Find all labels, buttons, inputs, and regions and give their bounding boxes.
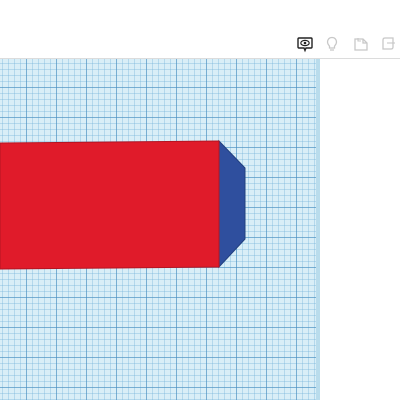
eye-bubble-icon [297,37,313,53]
shape-button[interactable] [377,33,399,55]
view-toolbar [0,30,400,59]
lightbulb-icon [326,36,338,51]
box-side-face [218,139,246,269]
red-box-shape[interactable] [0,59,316,400]
lightbulb-button[interactable] [321,33,343,55]
side-panel [320,59,400,400]
top-strip [0,0,400,31]
note-button[interactable] [350,33,372,55]
show-all-view-button[interactable] [294,33,316,55]
workplane-grid[interactable] [0,59,316,400]
box-top-face [0,140,220,270]
app-window [0,0,400,400]
note-icon [354,38,368,51]
shape-icon [382,37,395,50]
